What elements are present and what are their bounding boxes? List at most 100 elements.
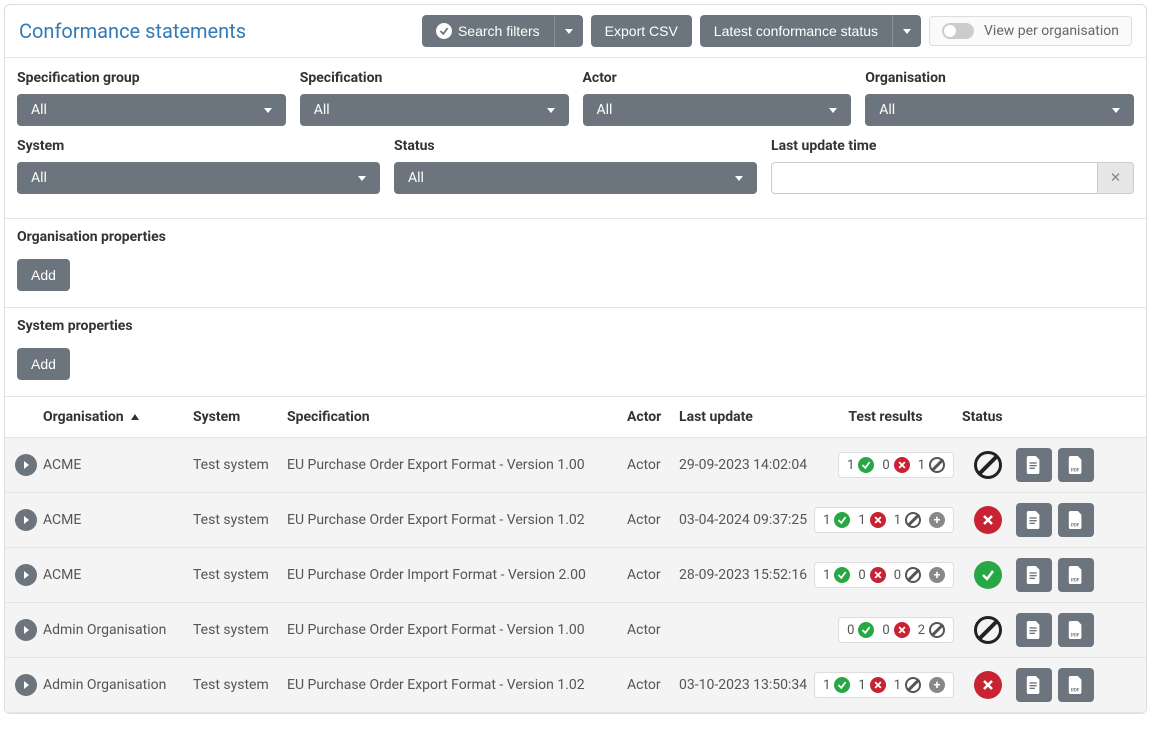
table-row: ACME Test system EU Purchase Order Expor… — [5, 438, 1146, 493]
cell-actions: PDF — [1012, 668, 1102, 702]
expand-row-button[interactable] — [15, 564, 37, 586]
expand-row-button[interactable] — [15, 509, 37, 531]
th-organisation-label: Organisation — [43, 409, 124, 425]
cell-organisation: Admin Organisation — [39, 677, 189, 693]
dropdown-value: All — [31, 170, 47, 186]
add-label: Add — [31, 267, 56, 283]
cell-test-results: 111+ — [813, 672, 958, 698]
export-pdf-button[interactable]: PDF — [1058, 613, 1094, 647]
view-report-button[interactable] — [1016, 668, 1052, 702]
cell-specification: EU Purchase Order Export Format - Versio… — [283, 677, 623, 693]
th-status[interactable]: Status — [958, 409, 1012, 425]
view-report-button[interactable] — [1016, 503, 1052, 537]
export-pdf-button[interactable]: PDF — [1058, 503, 1094, 537]
th-last-update[interactable]: Last update — [675, 409, 813, 425]
latest-status-button[interactable]: Latest conformance status — [700, 15, 892, 47]
filter-dropdown[interactable]: All — [17, 94, 286, 126]
export-csv-button[interactable]: Export CSV — [591, 15, 692, 47]
th-actor[interactable]: Actor — [623, 409, 675, 425]
filter-dropdown[interactable]: All — [865, 94, 1134, 126]
none-icon — [929, 457, 945, 473]
cell-actions: PDF — [1012, 613, 1102, 647]
last-update-input-group: ✕ — [771, 162, 1134, 194]
filter-dropdown[interactable]: All — [300, 94, 569, 126]
cell-system: Test system — [189, 622, 283, 638]
search-filters-button[interactable]: Search filters — [422, 15, 554, 47]
status-dropdown[interactable]: All — [394, 162, 757, 194]
last-update-input[interactable] — [771, 162, 1098, 194]
chevron-right-icon — [24, 681, 29, 689]
caret-down-icon — [358, 176, 366, 181]
plus-icon: + — [929, 677, 945, 693]
export-pdf-button[interactable]: PDF — [1058, 668, 1094, 702]
fail-count: 1 — [858, 513, 865, 528]
table-row: ACME Test system EU Purchase Order Impor… — [5, 548, 1146, 603]
none-icon — [905, 512, 921, 528]
svg-text:PDF: PDF — [1071, 577, 1080, 583]
filter-label: Last update time — [771, 138, 1134, 154]
cell-organisation: ACME — [39, 567, 189, 583]
chevron-right-icon — [24, 626, 29, 634]
none-icon — [929, 622, 945, 638]
th-test-results[interactable]: Test results — [813, 409, 958, 425]
sys-properties-section: Add — [5, 334, 1146, 397]
export-pdf-button[interactable]: PDF — [1058, 448, 1094, 482]
expand-row-button[interactable] — [15, 454, 37, 476]
fail-count: 1 — [858, 678, 865, 693]
none-icon — [905, 677, 921, 693]
filter-label: Actor — [583, 70, 852, 86]
filter-label: Organisation — [865, 70, 1134, 86]
th-specification[interactable]: Specification — [283, 409, 623, 425]
filter-system: System All — [17, 138, 380, 194]
latest-status-dropdown-toggle[interactable] — [892, 15, 921, 47]
filter-group-2: Actor All — [583, 70, 852, 126]
clear-last-update-button[interactable]: ✕ — [1098, 162, 1134, 194]
pass-icon — [834, 677, 850, 693]
search-filters-dropdown-toggle[interactable] — [554, 15, 583, 47]
view-report-button[interactable] — [1016, 448, 1052, 482]
fail-count: 0 — [882, 458, 889, 473]
cell-last-update: 03-04-2024 09:37:25 — [675, 512, 813, 528]
caret-down-icon — [565, 29, 573, 34]
status-none-icon — [974, 616, 1002, 644]
status-none-icon — [974, 451, 1002, 479]
cell-test-results: 100+ — [813, 562, 958, 588]
view-report-button[interactable] — [1016, 613, 1052, 647]
caret-down-icon — [829, 108, 837, 113]
add-org-property-button[interactable]: Add — [17, 259, 70, 291]
add-sys-property-button[interactable]: Add — [17, 348, 70, 380]
filter-group-0: Specification group All — [17, 70, 286, 126]
table-row: Admin Organisation Test system EU Purcha… — [5, 658, 1146, 713]
cell-status — [958, 561, 1012, 589]
pass-count: 1 — [823, 513, 830, 528]
export-csv-label: Export CSV — [605, 23, 678, 39]
cell-system: Test system — [189, 677, 283, 693]
chevron-right-icon — [24, 516, 29, 524]
caret-down-icon — [903, 29, 911, 34]
view-per-org-toggle[interactable] — [942, 23, 974, 39]
cell-last-update: 03-10-2023 13:50:34 — [675, 677, 813, 693]
table-body: ACME Test system EU Purchase Order Expor… — [5, 438, 1146, 713]
svg-text:PDF: PDF — [1071, 522, 1080, 528]
none-count: 1 — [894, 678, 901, 693]
cell-specification: EU Purchase Order Export Format - Versio… — [283, 512, 623, 528]
status-fail-icon — [974, 506, 1002, 534]
export-pdf-button[interactable]: PDF — [1058, 558, 1094, 592]
expand-row-button[interactable] — [15, 619, 37, 641]
conformance-panel: Conformance statements Search filters Ex… — [4, 4, 1147, 714]
caret-down-icon — [547, 108, 555, 113]
none-count: 2 — [918, 623, 925, 638]
fail-icon — [870, 512, 886, 528]
panel-header: Conformance statements Search filters Ex… — [5, 5, 1146, 58]
view-report-button[interactable] — [1016, 558, 1052, 592]
filter-dropdown[interactable]: All — [583, 94, 852, 126]
sys-properties-label: System properties — [5, 308, 1146, 334]
expand-row-button[interactable] — [15, 674, 37, 696]
system-dropdown[interactable]: All — [17, 162, 380, 194]
th-system[interactable]: System — [189, 409, 283, 425]
th-organisation[interactable]: Organisation — [39, 409, 189, 425]
check-circle-icon — [436, 23, 452, 39]
cell-specification: EU Purchase Order Import Format - Versio… — [283, 567, 623, 583]
fail-icon — [894, 622, 910, 638]
cell-actor: Actor — [623, 622, 675, 638]
